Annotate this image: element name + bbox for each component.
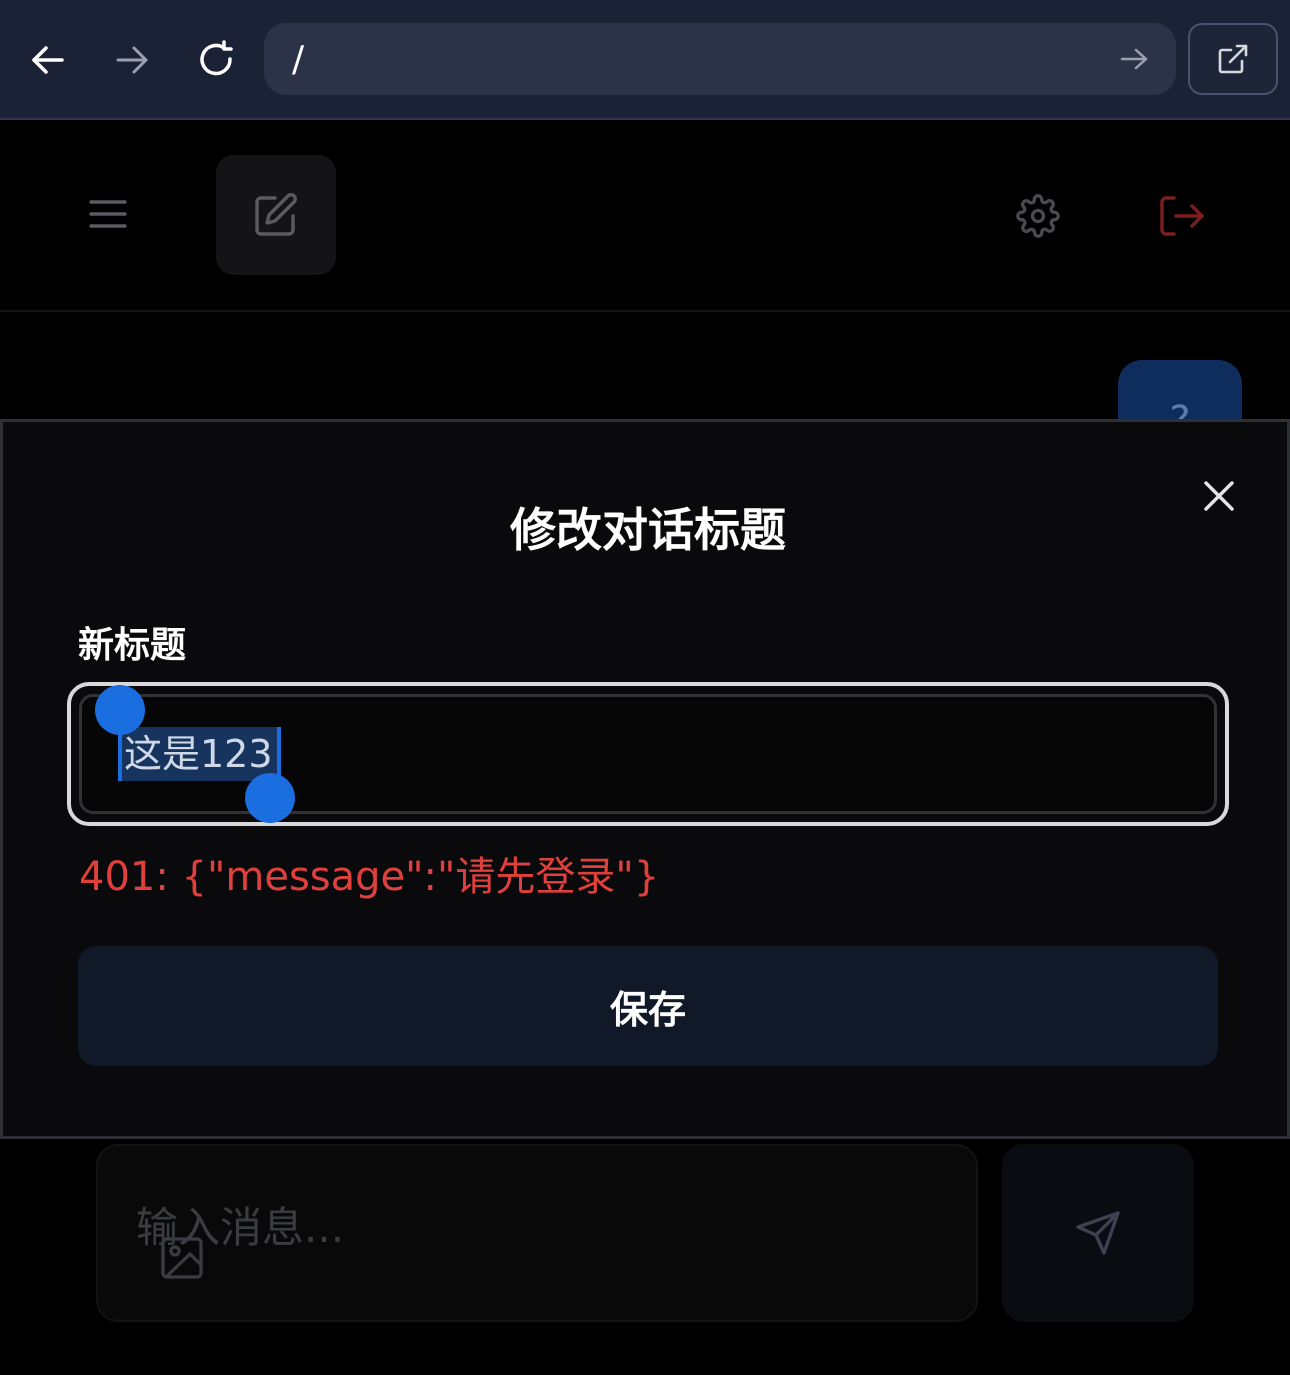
save-button[interactable]: 保存 — [78, 946, 1218, 1066]
image-icon[interactable] — [160, 1236, 204, 1280]
open-external-button[interactable] — [1188, 23, 1278, 95]
url-text: / — [292, 39, 305, 80]
selection-start-handle[interactable] — [95, 685, 145, 735]
back-arrow-icon — [32, 46, 64, 74]
title-input-focus-ring: 这是123 — [67, 682, 1229, 826]
edit-icon — [255, 193, 297, 236]
logout-icon — [1160, 196, 1204, 236]
message-composer[interactable]: 输入消息... — [96, 1144, 978, 1322]
close-button[interactable] — [1195, 472, 1243, 520]
forward-button[interactable] — [102, 30, 162, 90]
close-icon — [1204, 481, 1234, 511]
reload-icon — [200, 40, 233, 76]
error-message: 401: {"message":"请先登录"} — [79, 854, 660, 900]
menu-button[interactable] — [84, 190, 132, 238]
dialog-title: 修改对话标题 — [510, 503, 786, 557]
send-button[interactable] — [1002, 1144, 1194, 1322]
settings-button[interactable] — [1014, 192, 1062, 240]
reload-button[interactable] — [187, 30, 247, 90]
menu-icon — [89, 200, 127, 228]
logout-button[interactable] — [1156, 192, 1208, 240]
rename-dialog: 修改对话标题 新标题 这是123 401: {"message":"请先登录"}… — [0, 419, 1290, 1139]
browser-toolbar: / — [0, 0, 1290, 120]
open-external-icon — [1218, 44, 1248, 74]
app-header — [0, 122, 1290, 312]
selection-end-handle[interactable] — [245, 773, 295, 823]
save-button-label: 保存 — [609, 987, 686, 1032]
send-icon — [1076, 1211, 1120, 1255]
back-button[interactable] — [18, 30, 78, 90]
title-input-value[interactable]: 这是123 — [118, 727, 281, 781]
title-field-label: 新标题 — [78, 625, 187, 666]
address-bar[interactable]: / — [264, 23, 1176, 95]
new-chat-button[interactable] — [216, 155, 336, 275]
forward-arrow-icon — [116, 46, 148, 74]
go-arrow-icon[interactable] — [1118, 43, 1150, 75]
gear-icon — [1016, 194, 1060, 238]
